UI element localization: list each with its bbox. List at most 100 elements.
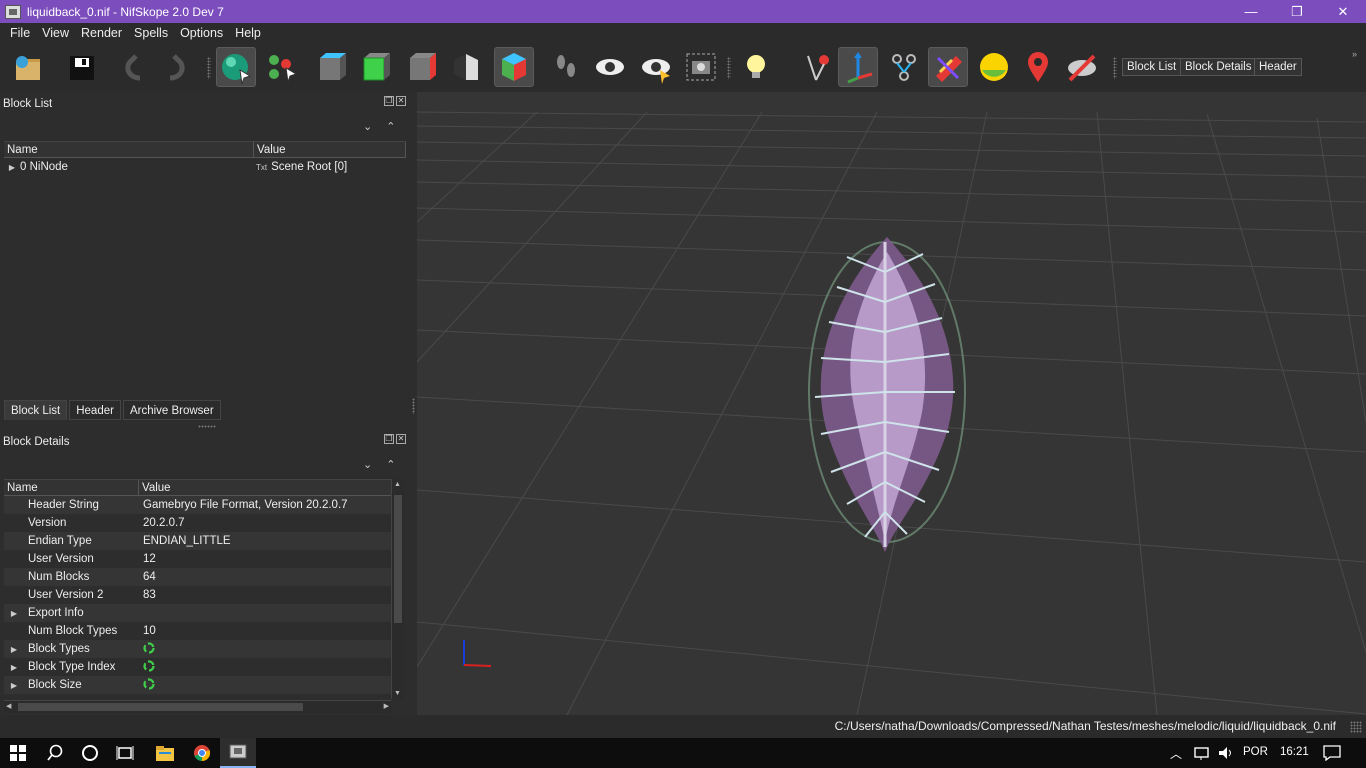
table-row[interactable]: ▶ Block Types [4, 640, 392, 658]
view-user-icon[interactable] [494, 47, 534, 87]
scroll-thumb[interactable] [394, 495, 402, 623]
select-object-icon[interactable] [216, 47, 256, 87]
show-hidden-icons-icon[interactable]: ︿ [1170, 745, 1182, 762]
table-row[interactable]: User Version 12 [4, 550, 392, 568]
resize-grip-icon[interactable] [1350, 721, 1362, 733]
expand-arrow-icon[interactable]: ▶ [4, 163, 20, 172]
undo-icon[interactable] [114, 47, 154, 87]
clock[interactable]: 16:21 [1280, 746, 1309, 758]
show-axes-icon[interactable] [838, 47, 878, 87]
toolbar-grip[interactable] [1113, 57, 1117, 79]
splitter-handle[interactable] [198, 425, 216, 428]
show-selection-icon[interactable] [636, 47, 676, 87]
tab-archive-browser[interactable]: Archive Browser [122, 400, 221, 420]
menu-help[interactable]: Help [229, 26, 267, 40]
select-node-icon[interactable] [796, 47, 836, 87]
vertical-scrollbar[interactable]: ▲ ▼ [391, 479, 404, 699]
render-viewport[interactable] [417, 92, 1366, 715]
scroll-down-icon[interactable]: ▼ [394, 690, 401, 697]
window-title: liquidback_0.nif - NifSkope 2.0 Dev 7 [27, 4, 224, 19]
table-row[interactable]: Num Block Types 10 [4, 622, 392, 640]
view-front-icon[interactable] [356, 47, 396, 87]
table-row[interactable]: ▶ Export Info [4, 604, 392, 622]
column-value[interactable]: Value [254, 142, 406, 157]
select-vertex-icon[interactable] [262, 47, 302, 87]
open-file-icon[interactable] [8, 47, 48, 87]
view-perspective-icon[interactable] [446, 47, 486, 87]
save-file-icon[interactable] [62, 47, 102, 87]
show-markers-icon[interactable] [1018, 47, 1058, 87]
title-bar: liquidback_0.nif - NifSkope 2.0 Dev 7 — … [0, 0, 1366, 23]
view-side-icon[interactable] [402, 47, 442, 87]
expand-arrow-icon[interactable]: ▶ [6, 609, 22, 618]
close-panel-icon[interactable]: ✕ [396, 96, 406, 106]
collapse-all-icon[interactable]: ⌃ [386, 120, 395, 133]
minimize-button[interactable]: — [1228, 0, 1274, 23]
language-indicator[interactable]: POR [1243, 746, 1268, 758]
nifskope-taskbar-icon[interactable] [220, 738, 256, 768]
toolbar-grip[interactable] [207, 57, 211, 79]
toolbar-overflow-icon[interactable]: » [1352, 49, 1357, 59]
chrome-icon[interactable] [184, 738, 220, 768]
scroll-right-icon[interactable]: ▶ [384, 702, 389, 710]
toolbar-tab-block-details[interactable]: Block Details [1180, 58, 1257, 76]
field-value: 10 [143, 625, 156, 637]
redo-icon[interactable] [156, 47, 196, 87]
expand-all-icon[interactable]: ⌄ [363, 458, 372, 471]
screenshot-icon[interactable] [681, 47, 721, 87]
menu-render[interactable]: Render [75, 26, 128, 40]
expand-arrow-icon[interactable]: ▶ [6, 681, 22, 690]
table-row[interactable]: Endian Type ENDIAN_LITTLE [4, 532, 392, 550]
toolbar-grip[interactable] [727, 57, 731, 79]
hide-markers-icon[interactable] [1062, 47, 1102, 87]
tab-block-list[interactable]: Block List [4, 400, 68, 420]
show-furniture-icon[interactable] [974, 47, 1014, 87]
table-row[interactable]: ▶ Block Size [4, 676, 392, 694]
search-icon[interactable] [37, 738, 73, 768]
float-icon[interactable]: ❐ [384, 434, 394, 444]
lighting-icon[interactable] [736, 47, 776, 87]
table-row[interactable]: Num Blocks 64 [4, 568, 392, 586]
collapse-all-icon[interactable]: ⌃ [386, 458, 395, 471]
toolbar-tab-header[interactable]: Header [1254, 58, 1302, 76]
table-row[interactable]: ▶ Block Type Index [4, 658, 392, 676]
expand-arrow-icon[interactable]: ▶ [6, 645, 22, 654]
show-havok-icon[interactable] [928, 47, 968, 87]
cortana-icon[interactable] [72, 738, 108, 768]
start-icon[interactable] [0, 738, 36, 768]
close-panel-icon[interactable]: ✕ [396, 434, 406, 444]
expand-arrow-icon[interactable]: ▶ [6, 663, 22, 672]
menu-view[interactable]: View [36, 26, 75, 40]
walk-mode-icon[interactable] [546, 47, 586, 87]
column-name[interactable]: Name [4, 142, 254, 157]
menu-bar: File View Render Spells Options Help [0, 23, 1366, 43]
expand-all-icon[interactable]: ⌄ [363, 120, 372, 133]
scroll-thumb[interactable] [18, 703, 303, 711]
table-row[interactable]: User Version 2 83 [4, 586, 392, 604]
file-explorer-icon[interactable] [147, 738, 183, 768]
scroll-up-icon[interactable]: ▲ [394, 481, 401, 488]
menu-options[interactable]: Options [174, 26, 229, 40]
table-row[interactable]: Version 20.2.0.7 [4, 514, 392, 532]
menu-file[interactable]: File [4, 26, 36, 40]
network-icon[interactable] [1193, 745, 1211, 764]
notifications-icon[interactable] [1323, 745, 1341, 764]
scroll-left-icon[interactable]: ◀ [6, 702, 11, 710]
restore-button[interactable]: ❐ [1274, 0, 1320, 23]
view-top-icon[interactable] [312, 47, 352, 87]
volume-icon[interactable] [1217, 745, 1235, 764]
float-icon[interactable]: ❐ [384, 96, 394, 106]
dock-splitter-handle[interactable] [412, 398, 415, 414]
task-view-icon[interactable] [107, 738, 143, 768]
tree-row[interactable]: ▶ 0 NiNode Txt Scene Root [0] [4, 158, 406, 176]
show-nodes-icon[interactable] [884, 47, 924, 87]
toolbar-tab-block-list[interactable]: Block List [1122, 58, 1182, 76]
column-value[interactable]: Value [139, 480, 392, 495]
menu-spells[interactable]: Spells [128, 26, 174, 40]
column-name[interactable]: Name [4, 480, 139, 495]
table-row[interactable]: Header String Gamebryo File Format, Versi… [4, 496, 392, 514]
show-hidden-icon[interactable] [590, 47, 630, 87]
horizontal-scrollbar[interactable]: ◀ ▶ [4, 700, 391, 713]
close-button[interactable]: ✕ [1320, 0, 1366, 23]
tab-header[interactable]: Header [69, 400, 121, 420]
